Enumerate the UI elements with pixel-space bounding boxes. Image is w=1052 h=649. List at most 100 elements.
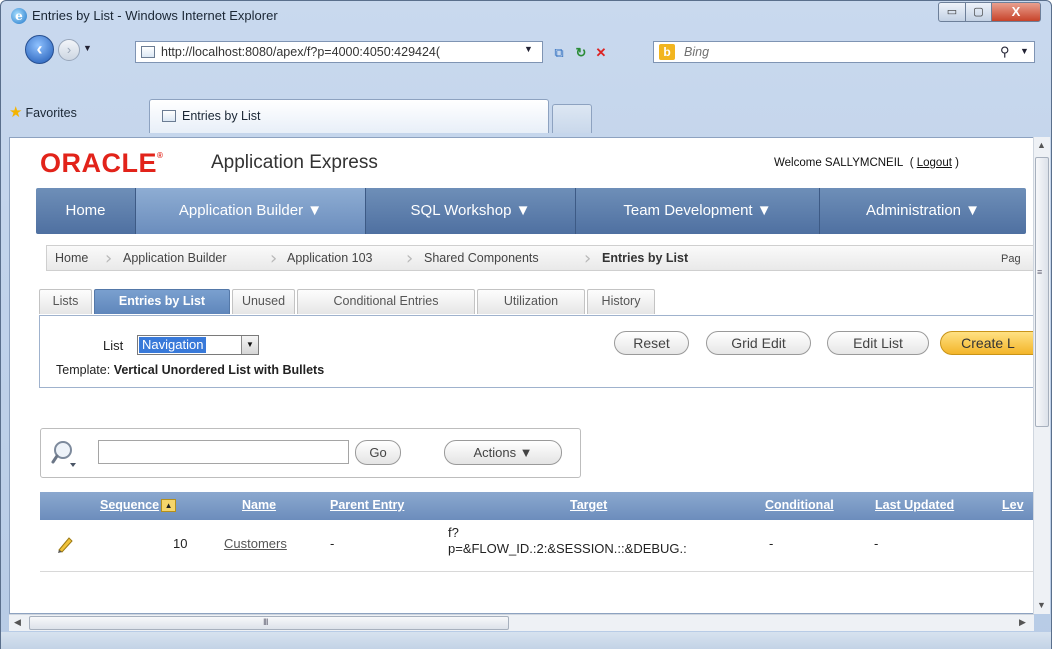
compatibility-view-icon[interactable]: ⧉ (549, 43, 569, 63)
column-target[interactable]: Target (570, 498, 607, 512)
cell-last-updated: - (874, 536, 879, 551)
scroll-up-icon[interactable]: ▲ (1037, 140, 1046, 150)
page-help-link[interactable]: Pag (1001, 253, 1021, 265)
scroll-right-icon[interactable]: ▶ (1019, 617, 1026, 628)
breadcrumb-home[interactable]: Home (55, 251, 88, 265)
main-nav: Home Application Builder ▼ SQL Workshop … (36, 188, 1026, 234)
address-url[interactable]: http://localhost:8080/apex/f?p=4000:4050… (161, 45, 509, 59)
tab-conditional-entries[interactable]: Conditional Entries (297, 289, 475, 314)
breadcrumb-separator: › (270, 248, 278, 269)
nav-team-development[interactable]: Team Development ▼ (576, 188, 820, 234)
list-select[interactable]: Navigation ▼ (137, 335, 259, 355)
grid-edit-button[interactable]: Grid Edit (706, 331, 811, 355)
vertical-scrollbar[interactable]: ▲ ≡ ▼ (1033, 137, 1050, 614)
scroll-down-icon[interactable]: ▼ (1037, 600, 1046, 610)
address-bar[interactable]: http://localhost:8080/apex/f?p=4000:4050… (135, 41, 543, 63)
title-bar: e Entries by List - Windows Internet Exp… (1, 1, 1051, 31)
cell-conditional: - (769, 536, 774, 551)
breadcrumb-application-builder[interactable]: Application Builder (123, 251, 227, 265)
template-info: Template: Vertical Unordered List with B… (56, 363, 324, 377)
nav-administration[interactable]: Administration ▼ (820, 188, 1026, 234)
welcome-text: Welcome SALLYMCNEIL ( Logout ) (774, 157, 959, 169)
sort-ascending-icon[interactable]: ▲ (161, 499, 177, 513)
welcome-user: Welcome SALLYMCNEIL (774, 157, 904, 169)
new-tab-button[interactable] (552, 104, 592, 133)
page-content: ORACLE® Application Express Welcome SALL… (9, 137, 1034, 614)
favorites-label: Favorites (25, 106, 77, 120)
tab-lists[interactable]: Lists (39, 289, 92, 314)
refresh-icon[interactable]: ↻ (571, 43, 591, 63)
navigation-bar: ‹ › ▼ http://localhost:8080/apex/f?p=400… (1, 31, 1051, 67)
breadcrumb-separator: › (584, 248, 592, 269)
breadcrumb-application[interactable]: Application 103 (287, 251, 372, 265)
cell-target-line1: f? (448, 525, 459, 540)
breadcrumb-separator: › (406, 248, 414, 269)
column-level[interactable]: Lev (1002, 498, 1024, 512)
logout-link[interactable]: Logout (917, 157, 952, 169)
report-header: Sequence ▲ Name Parent Entry Target Condi… (40, 492, 1033, 520)
table-row: 10 Customers - f? p=&FLOW_ID.:2:&SESSION… (40, 520, 1033, 572)
oracle-logo: ORACLE® (40, 148, 164, 178)
go-button[interactable]: Go (355, 440, 401, 465)
forward-button[interactable]: › (58, 39, 80, 61)
browser-tab[interactable]: Entries by List (149, 99, 549, 133)
column-parent-entry[interactable]: Parent Entry (330, 498, 404, 512)
tab-title: Entries by List (182, 109, 261, 123)
breadcrumb: Home › Application Builder › Application… (46, 245, 1033, 271)
back-button[interactable]: ‹ (25, 35, 54, 64)
tab-utilization[interactable]: Utilization (477, 289, 585, 314)
search-box[interactable]: b Bing ⚲ ▼ (653, 41, 1035, 63)
edit-pencil-icon[interactable] (55, 534, 75, 554)
cell-name-link[interactable]: Customers (224, 536, 287, 551)
search-bar: Go Actions ▼ (40, 428, 581, 478)
cell-parent-entry: - (330, 536, 335, 551)
reset-button[interactable]: Reset (614, 331, 689, 355)
tab-history[interactable]: History (587, 289, 655, 314)
stop-icon[interactable]: ✕ (591, 43, 611, 63)
column-sequence[interactable]: Sequence ▲ (100, 498, 177, 513)
search-icon[interactable]: ⚲ (1000, 44, 1010, 60)
favorites-button[interactable]: ★ Favorites (9, 103, 77, 121)
tab-entries-by-list[interactable]: Entries by List (94, 289, 230, 314)
ie-logo-icon: e (11, 8, 27, 24)
page-icon (141, 46, 155, 58)
cell-target-line2: p=&FLOW_ID.:2:&SESSION.::&DEBUG.: (448, 541, 687, 556)
template-value: Vertical Unordered List with Bullets (113, 363, 325, 377)
scroll-left-icon[interactable]: ◀ (14, 617, 21, 628)
create-list-entry-button[interactable]: Create L (940, 331, 1033, 355)
list-select-value[interactable]: Navigation (139, 337, 207, 353)
maximize-button[interactable]: ▢ (965, 2, 992, 22)
window-title: Entries by List - Windows Internet Explo… (32, 8, 278, 23)
nav-sql-workshop[interactable]: SQL Workshop ▼ (366, 188, 576, 234)
grip-icon: III (263, 617, 268, 627)
minimize-button[interactable]: ▭ (938, 2, 966, 22)
horizontal-scroll-thumb[interactable]: III (29, 616, 509, 630)
column-name[interactable]: Name (242, 498, 276, 512)
edit-list-button[interactable]: Edit List (827, 331, 929, 355)
cell-sequence: 10 (173, 536, 188, 551)
status-bar (1, 632, 1051, 649)
horizontal-scrollbar[interactable]: ◀ III ▶ (9, 614, 1034, 631)
search-dropdown-icon[interactable]: ▼ (1020, 46, 1029, 56)
browser-window: e Entries by List - Windows Internet Exp… (0, 0, 1052, 649)
tab-unused[interactable]: Unused (232, 289, 295, 314)
breadcrumb-shared-components[interactable]: Shared Components (424, 251, 539, 265)
template-label: Template: (56, 363, 111, 377)
search-input[interactable] (98, 440, 349, 464)
favorites-bar: ★ Favorites Entries by List (1, 99, 1051, 133)
vertical-scroll-thumb[interactable] (1035, 157, 1049, 427)
chevron-down-icon[interactable]: ▼ (241, 336, 258, 354)
actions-menu-button[interactable]: Actions ▼ (444, 440, 562, 465)
bing-icon: b (659, 44, 675, 60)
breadcrumb-current: Entries by List (602, 251, 689, 265)
nav-home[interactable]: Home (36, 188, 136, 234)
search-magnifier-icon[interactable] (51, 439, 81, 469)
nav-application-builder[interactable]: Application Builder ▼ (136, 188, 366, 234)
star-icon: ★ (9, 104, 23, 121)
column-last-updated[interactable]: Last Updated (875, 498, 954, 512)
history-dropdown-icon[interactable]: ▼ (83, 43, 92, 53)
close-window-button[interactable]: X (991, 2, 1041, 22)
address-dropdown-icon[interactable]: ▼ (524, 44, 533, 54)
search-placeholder[interactable]: Bing (684, 45, 709, 59)
column-conditional[interactable]: Conditional (765, 498, 834, 512)
